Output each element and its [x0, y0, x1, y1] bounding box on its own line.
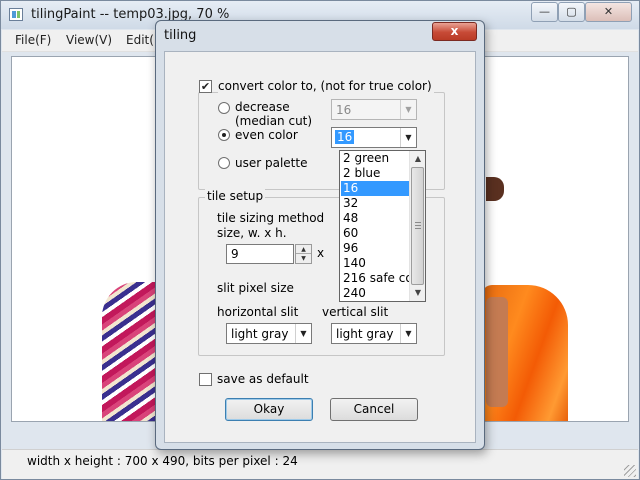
decrease-label: decrease [235, 100, 290, 114]
radio-decrease[interactable] [218, 102, 230, 114]
photo-region-hair [486, 177, 504, 201]
dropdown-item[interactable]: 2 green [341, 151, 409, 166]
chevron-down-icon[interactable]: ▼ [400, 324, 416, 343]
chevron-down-icon[interactable]: ▼ [295, 324, 311, 343]
tile-width-input[interactable]: 9 [226, 244, 294, 264]
menu-view[interactable]: View(V) [66, 33, 112, 47]
menu-edit[interactable]: Edit( [126, 33, 154, 47]
app-icon [9, 8, 23, 21]
decrease-combo-value: 16 [336, 103, 352, 117]
tile-setup-legend: tile setup [205, 189, 266, 203]
scroll-up-icon[interactable]: ▲ [410, 151, 425, 167]
dropdown-item[interactable]: 140 [341, 256, 409, 271]
status-bar: width x height : 700 x 490, bits per pix… [2, 449, 638, 479]
dropdown-item[interactable]: 240 [341, 286, 409, 301]
scroll-thumb[interactable] [411, 167, 424, 285]
dialog-client: ✔ convert color to, (not for true color)… [164, 51, 476, 443]
okay-button[interactable]: Okay [225, 398, 313, 421]
horizontal-slit-value: light gray [231, 327, 289, 341]
maximize-button[interactable]: ▢ [558, 2, 585, 22]
size-label: size, w. x h. [217, 226, 287, 240]
dropdown-item[interactable]: 2 blue [341, 166, 409, 181]
chevron-down-icon[interactable]: ▼ [400, 128, 416, 147]
dropdown-item[interactable]: 96 [341, 241, 409, 256]
dropdown-item[interactable]: 48 [341, 211, 409, 226]
close-button[interactable]: ✕ [585, 2, 632, 22]
even-color-label: even color [235, 128, 298, 142]
size-grip-icon[interactable] [624, 465, 636, 477]
vertical-slit-combo[interactable]: light gray ▼ [331, 323, 417, 344]
menu-file[interactable]: File(F) [15, 33, 51, 47]
slit-pixel-size-label: slit pixel size [217, 281, 294, 295]
user-palette-label: user palette [235, 156, 308, 170]
dropdown-item[interactable]: 216 safe col [341, 271, 409, 286]
tile-sizing-method-label: tile sizing method [217, 211, 325, 225]
dropdown-item[interactable]: 60 [341, 226, 409, 241]
dialog-close-button[interactable]: x [432, 22, 477, 41]
horizontal-slit-label: horizontal slit [217, 305, 299, 319]
vertical-slit-label: vertical slit [322, 305, 389, 319]
spin-down-icon[interactable]: ▼ [296, 254, 311, 263]
dialog-title: tiling [164, 28, 197, 43]
dialog-titlebar[interactable]: tiling x [156, 21, 484, 51]
convert-label: convert color to, (not for true color) [218, 79, 434, 93]
tiling-dialog: tiling x ✔ convert color to, (not for tr… [155, 20, 485, 450]
dropdown-item-selected[interactable]: 16 [341, 181, 409, 196]
decrease-combo[interactable]: 16 ▼ [331, 99, 417, 120]
decrease-sublabel: (median cut) [235, 114, 313, 128]
check-icon: ✔ [200, 80, 211, 93]
save-default-label: save as default [217, 372, 309, 386]
even-color-combo[interactable]: 16 ▼ [331, 127, 417, 148]
scroll-down-icon[interactable]: ▼ [410, 285, 425, 301]
cancel-button[interactable]: Cancel [330, 398, 418, 421]
dropdown-item[interactable]: 32 [341, 196, 409, 211]
status-text: width x height : 700 x 490, bits per pix… [27, 454, 298, 468]
photo-region-strap [486, 297, 508, 407]
radio-even-color[interactable] [218, 129, 230, 141]
even-color-combo-value: 16 [335, 130, 355, 144]
radio-user-palette[interactable] [218, 157, 230, 169]
convert-checkbox[interactable]: ✔ [199, 80, 212, 93]
chevron-down-icon[interactable]: ▼ [400, 100, 416, 119]
horizontal-slit-combo[interactable]: light gray ▼ [226, 323, 312, 344]
vertical-slit-value: light gray [336, 327, 394, 341]
times-label: x [317, 246, 325, 260]
spin-up-icon[interactable]: ▲ [296, 245, 311, 254]
dropdown-scrollbar[interactable]: ▲ ▼ [409, 151, 425, 301]
tile-width-value: 9 [231, 247, 239, 261]
tile-width-spinner[interactable]: ▲ ▼ [295, 244, 312, 264]
minimize-button[interactable]: — [531, 2, 558, 22]
save-default-checkbox[interactable] [199, 373, 212, 386]
color-count-dropdown-list[interactable]: 2 green 2 blue 16 32 48 60 96 140 216 sa… [339, 150, 426, 302]
